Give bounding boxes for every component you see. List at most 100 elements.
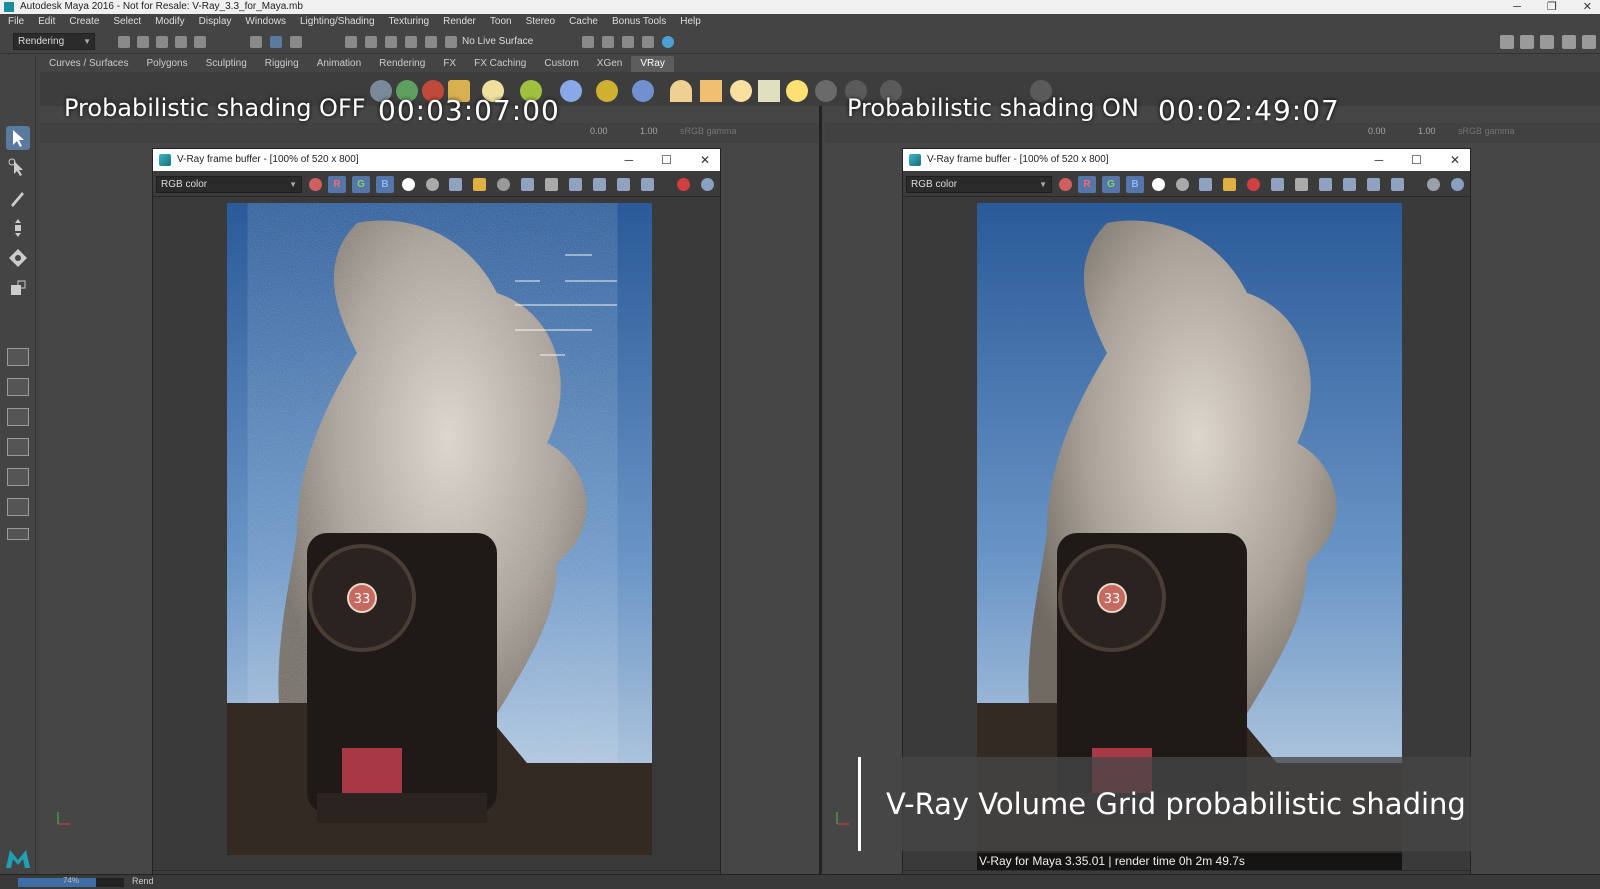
close-icon[interactable]: ✕ [1450,149,1460,171]
tab-animation[interactable]: Animation [308,56,370,72]
duplicate-icon[interactable] [1271,178,1284,191]
render-icon[interactable] [701,178,714,191]
menu-help[interactable]: Help [680,14,701,30]
vray-dome-light-icon[interactable] [670,80,692,102]
minimize-icon[interactable]: ─ [625,149,634,171]
vray-sun-icon[interactable] [786,80,808,102]
color-space-select[interactable]: sRGB gamma [1458,126,1515,136]
vray-sphere-light-icon[interactable] [730,80,752,102]
snap-grid-icon[interactable] [345,36,357,48]
paint-select-tool-icon[interactable] [6,186,30,210]
tab-curves-surfaces[interactable]: Curves / Surfaces [40,56,137,72]
new-scene-icon[interactable] [118,36,130,48]
save-image-icon[interactable] [449,178,462,191]
tab-rendering[interactable]: Rendering [370,56,434,72]
link-icon[interactable] [617,178,630,191]
minimize-icon[interactable]: ─ [1375,149,1384,171]
link-icon[interactable] [1367,178,1380,191]
lock-icon[interactable] [641,178,654,191]
vray-snow-icon[interactable] [560,80,582,102]
redo-icon[interactable] [194,36,206,48]
stop-render-icon[interactable] [677,178,690,191]
rotate-tool-icon[interactable] [6,246,30,270]
snap-point-icon[interactable] [385,36,397,48]
green-channel-button[interactable]: G [1102,176,1120,193]
scale-tool-icon[interactable] [6,276,30,300]
color-picker-icon[interactable] [309,178,322,191]
tab-xgen[interactable]: XGen [588,56,632,72]
tool-settings-icon[interactable] [1540,35,1554,49]
select-hierarchy-icon[interactable] [250,36,262,48]
select-object-icon[interactable] [270,36,282,48]
snap-curve-icon[interactable] [365,36,377,48]
green-channel-button[interactable]: G [352,176,370,193]
channel-select[interactable]: RGB color ▼ [156,176,302,193]
gamma-value[interactable]: 1.00 [640,126,658,136]
maximize-icon[interactable]: ❐ [1547,0,1557,14]
snap-surface-icon[interactable] [425,36,437,48]
tab-vray[interactable]: VRay [631,56,674,72]
menu-bonus-tools[interactable]: Bonus Tools [612,14,666,30]
render-frame-icon[interactable] [582,36,594,48]
open-scene-icon[interactable] [137,36,149,48]
menu-texturing[interactable]: Texturing [389,14,430,30]
tab-fx[interactable]: FX [434,56,465,72]
render-settings-icon[interactable] [642,36,654,48]
vray-curve-icon[interactable] [596,80,618,102]
exposure-value[interactable]: 0.00 [590,126,608,136]
undo-icon[interactable] [175,36,187,48]
color-picker-icon[interactable] [1059,178,1072,191]
modeling-toolkit-icon[interactable] [1500,35,1514,49]
tab-custom[interactable]: Custom [535,56,587,72]
snap-view-icon[interactable] [405,36,417,48]
save-scene-icon[interactable] [156,36,168,48]
track-mouse-icon[interactable] [1295,178,1308,191]
blue-channel-button[interactable]: B [376,176,394,193]
vray-sphere-icon[interactable] [632,80,654,102]
menu-modify[interactable]: Modify [155,14,184,30]
select-tool-icon[interactable] [6,126,30,150]
stop-render-icon[interactable] [1247,178,1260,191]
exposure-value[interactable]: 0.00 [1368,126,1386,136]
red-channel-button[interactable]: R [328,176,346,193]
custom-layout-icon[interactable] [7,528,29,540]
persp-outliner-layout-icon[interactable] [7,468,29,486]
track-mouse-icon[interactable] [545,178,558,191]
menu-display[interactable]: Display [199,14,232,30]
render-view-icon[interactable] [622,36,634,48]
menu-cache[interactable]: Cache [569,14,598,30]
layers-icon[interactable] [1582,35,1596,49]
red-channel-button[interactable]: R [1078,176,1096,193]
side-by-side-layout-icon[interactable] [7,408,29,426]
four-view-layout-icon[interactable] [7,378,29,396]
menu-edit[interactable]: Edit [38,14,55,30]
region-icon[interactable] [569,178,582,191]
menu-lighting-shading[interactable]: Lighting/Shading [300,14,375,30]
maximize-icon[interactable]: ☐ [661,149,672,171]
move-tool-icon[interactable] [6,216,30,240]
duplicate-icon[interactable] [521,178,534,191]
ipr-render-icon[interactable] [602,36,614,48]
compare-icon[interactable] [1343,178,1356,191]
clear-image-icon[interactable] [497,178,510,191]
hypershade-icon[interactable] [662,36,674,48]
render-icon[interactable] [1451,178,1464,191]
menu-windows[interactable]: Windows [245,14,286,30]
gamma-value[interactable]: 1.00 [1418,126,1436,136]
lock-icon[interactable] [1391,178,1404,191]
close-icon[interactable]: ✕ [700,149,710,171]
close-icon[interactable]: ✕ [1583,0,1592,14]
region-icon[interactable] [1319,178,1332,191]
select-component-icon[interactable] [290,36,302,48]
color-space-select[interactable]: sRGB gamma [680,126,737,136]
menu-create[interactable]: Create [69,14,99,30]
tab-polygons[interactable]: Polygons [137,56,196,72]
menu-stereo[interactable]: Stereo [526,14,555,30]
render-settings-icon[interactable] [1427,178,1440,191]
blue-channel-button[interactable]: B [1126,176,1144,193]
maximize-icon[interactable]: ☐ [1411,149,1422,171]
tab-rigging[interactable]: Rigging [256,56,308,72]
tab-fx-caching[interactable]: FX Caching [465,56,535,72]
shelf-item-icon[interactable] [815,80,837,102]
load-image-icon[interactable] [1223,178,1236,191]
